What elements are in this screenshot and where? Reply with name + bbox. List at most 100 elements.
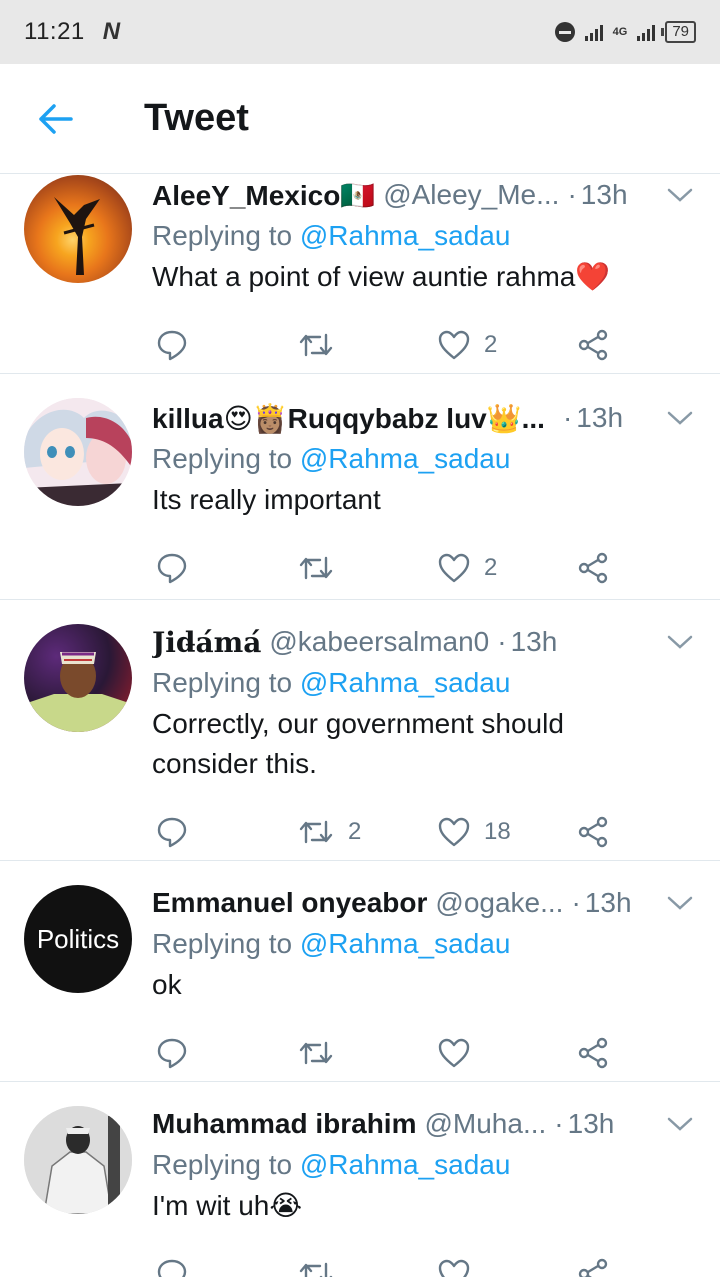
author-handle[interactable]: @kabeersalman0 <box>269 626 489 658</box>
retweet-button[interactable] <box>298 548 348 588</box>
author-name[interactable]: killua😍👸🏽Ruqqybabz luv👑... <box>152 402 545 435</box>
back-button[interactable] <box>20 83 92 155</box>
retweet-button[interactable] <box>298 1033 348 1073</box>
mention-link[interactable]: @Rahma_sadau <box>300 928 511 959</box>
tweet[interactable]: killua😍👸🏽Ruqqybabz luv👑... · 13h Replyin… <box>0 374 720 600</box>
share-button[interactable] <box>578 1033 610 1073</box>
tweet[interactable]: 𝐉𝐢𝐝̵𝐚́𝐦𝐚́ @kabeersalman0 · 13h Replying … <box>0 600 720 861</box>
reply-feed: AleeY_Mexico🇲🇽 @Aleey_Me... · 13h Replyi… <box>0 175 720 1277</box>
like-button[interactable]: 2 <box>438 325 497 365</box>
author-handle[interactable]: @ogake... <box>435 887 563 919</box>
battery-icon: 79 <box>661 21 696 43</box>
tweet-text: Correctly, our government should conside… <box>152 708 564 779</box>
more-options-button[interactable] <box>660 179 700 211</box>
like-count: 2 <box>484 331 498 358</box>
page-title: Tweet <box>144 97 249 139</box>
tweet[interactable]: Muhammad ibrahim @Muha... · 13h Replying… <box>0 1082 720 1277</box>
share-button[interactable] <box>578 1254 610 1277</box>
replying-label: Replying to <box>152 220 293 251</box>
reply-button[interactable] <box>156 325 188 365</box>
like-button[interactable]: 2 <box>438 548 497 588</box>
tweet-time: 13h <box>576 402 624 433</box>
reply-button[interactable] <box>156 812 188 852</box>
author-name[interactable]: Emmanuel onyeabor <box>152 887 427 919</box>
reply-button[interactable] <box>156 548 188 588</box>
tweet-time: 13h <box>580 179 628 210</box>
chevron-down-icon <box>667 411 693 425</box>
replying-to: Replying to @Rahma_sadau <box>152 1144 700 1186</box>
tweet[interactable]: Politics Emmanuel onyeabor @ogake... · 1… <box>0 861 720 1082</box>
heart-icon <box>438 1259 470 1277</box>
share-icon <box>578 816 608 848</box>
tweet-actions <box>152 1244 700 1277</box>
chevron-down-icon <box>667 635 693 649</box>
replying-to: Replying to @Rahma_sadau <box>152 438 700 480</box>
mention-link[interactable]: @Rahma_sadau <box>300 220 511 251</box>
reply-icon <box>157 1038 187 1069</box>
retweet-icon <box>299 1262 333 1277</box>
tweet-meta: Muhammad ibrahim @Muha... · 13h <box>152 1104 700 1144</box>
retweet-icon <box>299 1041 333 1065</box>
more-options-button[interactable] <box>660 626 700 658</box>
avatar[interactable]: Politics <box>24 885 132 993</box>
avatar[interactable] <box>24 175 132 283</box>
replying-to: Replying to @Rahma_sadau <box>152 215 700 257</box>
share-button[interactable] <box>578 325 610 365</box>
more-options-button[interactable] <box>660 402 700 434</box>
reply-icon <box>157 330 187 361</box>
tweet-meta: killua😍👸🏽Ruqqybabz luv👑... · 13h <box>152 398 700 438</box>
mention-link[interactable]: @Rahma_sadau <box>300 1149 511 1180</box>
avatar[interactable] <box>24 1106 132 1214</box>
replying-label: Replying to <box>152 667 293 698</box>
mention-link[interactable]: @Rahma_sadau <box>300 667 511 698</box>
retweet-icon <box>299 820 333 844</box>
replying-to: Replying to @Rahma_sadau <box>152 662 700 704</box>
carrier-icon: N <box>102 18 121 45</box>
heart-icon <box>438 553 470 583</box>
status-bar: 11:21 N 4G 79 <box>0 0 720 64</box>
chevron-down-icon <box>667 896 693 910</box>
author-name[interactable]: 𝐉𝐢𝐝̵𝐚́𝐦𝐚́ <box>152 626 261 659</box>
do-not-disturb-icon <box>554 22 575 42</box>
author-name[interactable]: Muhammad ibrahim <box>152 1108 416 1140</box>
author-handle[interactable]: @Aleey_Me... <box>383 179 559 211</box>
share-button[interactable] <box>578 548 610 588</box>
tweet-time: 13h <box>567 1108 615 1139</box>
reply-icon <box>157 817 187 848</box>
share-button[interactable] <box>578 812 610 852</box>
separator-dot: · <box>571 887 581 918</box>
like-button[interactable] <box>438 1033 484 1073</box>
separator-dot: · <box>554 1108 564 1139</box>
tweet[interactable]: AleeY_Mexico🇲🇽 @Aleey_Me... · 13h Replyi… <box>0 175 720 374</box>
like-button[interactable] <box>438 1254 484 1277</box>
author-handle[interactable]: @Muha... <box>424 1108 546 1140</box>
tweet-text: What a point of view auntie rahma❤️ <box>152 261 611 292</box>
like-count: 2 <box>484 554 498 581</box>
retweet-button[interactable]: 2 <box>298 812 361 852</box>
status-time: 11:21 <box>24 18 85 45</box>
heart-icon <box>438 817 470 847</box>
share-icon <box>578 1037 608 1069</box>
avatar[interactable] <box>24 624 132 732</box>
tweet-meta: AleeY_Mexico🇲🇽 @Aleey_Me... · 13h <box>152 175 700 215</box>
avatar[interactable] <box>24 398 132 506</box>
back-arrow-icon <box>39 103 73 134</box>
reply-icon <box>157 1259 187 1277</box>
share-icon <box>578 329 608 361</box>
replying-label: Replying to <box>152 928 293 959</box>
signal-icon <box>584 23 603 41</box>
reply-button[interactable] <box>156 1033 188 1073</box>
replying-to: Replying to @Rahma_sadau <box>152 923 700 965</box>
separator-dot: · <box>497 626 507 657</box>
retweet-button[interactable] <box>298 1254 348 1277</box>
like-count: 18 <box>484 818 511 845</box>
retweet-button[interactable] <box>298 325 348 365</box>
reply-button[interactable] <box>156 1254 188 1277</box>
chevron-down-icon <box>667 1117 693 1131</box>
author-name[interactable]: AleeY_Mexico🇲🇽 <box>152 179 375 212</box>
more-options-button[interactable] <box>660 1108 700 1140</box>
share-icon <box>578 1258 608 1277</box>
more-options-button[interactable] <box>660 887 700 919</box>
mention-link[interactable]: @Rahma_sadau <box>300 443 511 474</box>
like-button[interactable]: 18 <box>438 812 511 852</box>
